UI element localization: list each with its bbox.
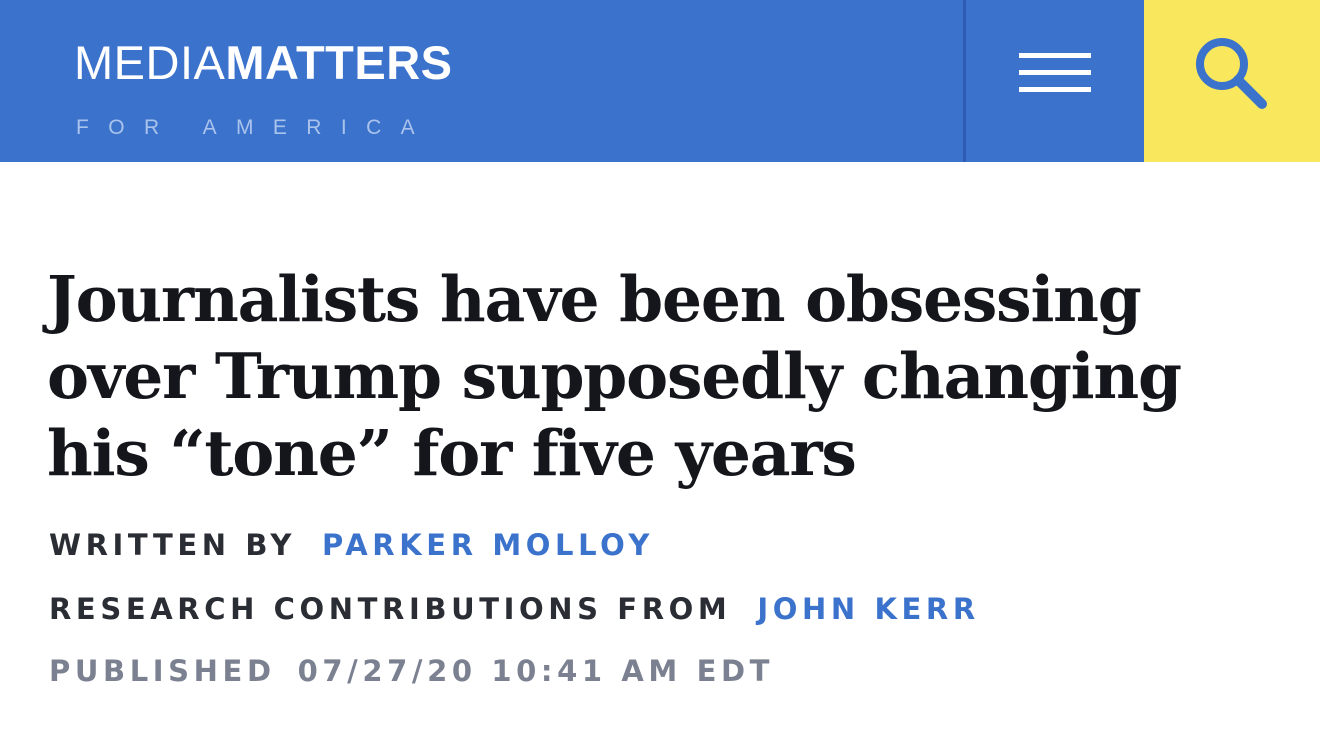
logo-wordmark: MEDIAMATTERS (74, 38, 453, 88)
search-button[interactable] (1144, 0, 1320, 162)
logo-tagline: FOR AMERICA (76, 116, 435, 139)
published-label: PUBLISHED (49, 654, 276, 688)
article-headline: Journalists have been obsessing over Tru… (47, 262, 1182, 490)
published-row: PUBLISHED 07/27/20 10:41 AM EDT (49, 654, 774, 688)
site-header: MEDIAMATTERS FOR AMERICA (0, 0, 1320, 162)
byline-row: WRITTEN BY PARKER MOLLOY (49, 528, 654, 562)
published-date: 07/27/20 10:41 AM EDT (297, 654, 775, 688)
researcher-link[interactable]: JOHN KERR (757, 592, 979, 626)
research-row: RESEARCH CONTRIBUTIONS FROM JOHN KERR (49, 592, 980, 626)
written-by-label: WRITTEN BY (49, 528, 297, 562)
logo-wordmark-light: MEDIA (74, 36, 226, 89)
menu-button[interactable] (966, 0, 1144, 162)
logo-wordmark-bold: MATTERS (225, 36, 453, 89)
site-logo[interactable]: MEDIAMATTERS FOR AMERICA (74, 38, 494, 139)
author-link[interactable]: PARKER MOLLOY (322, 528, 654, 562)
search-icon (1196, 38, 1267, 109)
research-contributions-label: RESEARCH CONTRIBUTIONS FROM (49, 592, 732, 626)
